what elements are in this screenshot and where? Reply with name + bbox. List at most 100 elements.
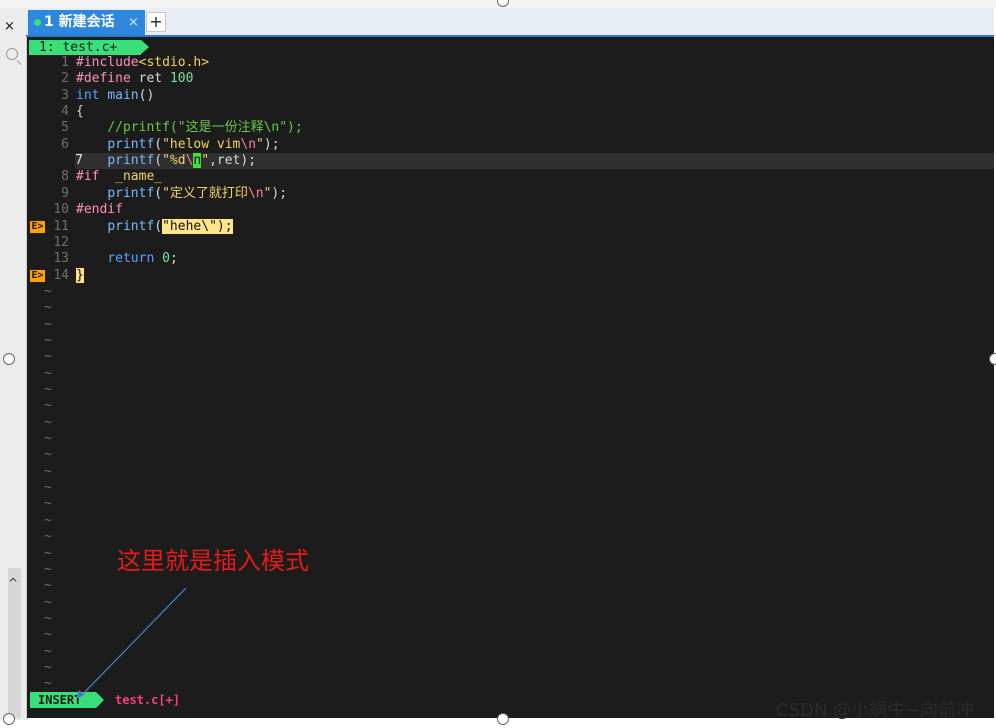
code-text[interactable]: printf("hehe\"); <box>76 218 233 235</box>
tilde-marker: ~ <box>44 545 52 561</box>
tab-label: 1 新建会话 <box>44 14 115 30</box>
tilde-marker: ~ <box>44 382 52 397</box>
code-line[interactable]: 6 printf("helow vim\n"); <box>27 137 994 153</box>
tilde-marker: ~ <box>44 414 52 430</box>
tilde-marker: ~ <box>44 561 52 577</box>
watermark: CSDN @小蜗牛~向前冲 <box>776 700 975 721</box>
line-number: 14 <box>53 267 69 283</box>
resize-handle[interactable] <box>3 713 15 725</box>
code-text[interactable]: return 0; <box>76 251 177 267</box>
tilde-marker: ~ <box>44 578 52 594</box>
tilde-marker: ~ <box>44 627 52 643</box>
code-line[interactable]: 8 #if _name_ <box>27 169 994 185</box>
line-number: 9 <box>61 185 69 201</box>
tab-bar: 1 新建会话 × + <box>26 8 994 37</box>
scrollbar[interactable] <box>8 568 21 718</box>
empty-line: ~ <box>27 431 994 447</box>
buffer-tab[interactable]: 1: test.c+ <box>29 40 149 55</box>
line-number: 11 <box>53 218 69 234</box>
line-number: 10 <box>53 202 69 218</box>
tilde-marker: ~ <box>44 659 52 675</box>
code-text[interactable]: printf("helow vim\n"); <box>76 137 279 153</box>
code-text[interactable]: #define ret 100 <box>76 71 193 87</box>
code-text[interactable]: printf("%d\n",ret); <box>76 153 256 169</box>
code-text[interactable]: { <box>76 104 84 120</box>
code-line[interactable]: E> 11 printf("hehe\"); <box>27 218 994 235</box>
empty-line: ~ <box>27 382 994 398</box>
search-icon[interactable] <box>6 48 18 60</box>
tilde-marker: ~ <box>44 496 52 512</box>
empty-line: ~ <box>27 578 994 594</box>
line-number: 12 <box>53 234 69 250</box>
tilde-marker: ~ <box>44 447 52 463</box>
empty-line: ~ <box>27 333 994 349</box>
code-text[interactable]: //printf("这是一份注释\n"); <box>76 120 302 136</box>
chevron-up-icon[interactable]: ^ <box>8 576 18 590</box>
tilde-marker: ~ <box>44 431 52 447</box>
tilde-marker: ~ <box>44 463 52 479</box>
tilde-marker: ~ <box>44 594 52 610</box>
code-text[interactable]: #endif <box>76 202 123 218</box>
tilde-marker: ~ <box>44 480 52 496</box>
empty-line: ~ <box>27 644 994 660</box>
code-line[interactable]: 2 #define ret 100 <box>27 71 994 87</box>
line-number: 5 <box>61 120 69 136</box>
empty-line: ~ <box>27 611 994 627</box>
error-sign-icon: E> <box>30 220 45 233</box>
empty-line: ~ <box>27 464 994 480</box>
empty-line: ~ <box>27 676 994 692</box>
add-tab-button[interactable]: + <box>146 12 166 32</box>
code-line[interactable]: 13 return 0; <box>27 251 994 267</box>
code-line[interactable]: 1 #include<stdio.h> <box>27 55 994 71</box>
code-line[interactable]: 3 int main() <box>27 88 994 104</box>
empty-line: ~ <box>27 513 994 529</box>
tilde-marker: ~ <box>44 365 52 381</box>
close-icon[interactable]: × <box>4 20 15 34</box>
empty-line: ~ <box>27 300 994 316</box>
empty-line: ~ <box>27 349 994 365</box>
vim-terminal[interactable]: 1: test.c+ 1 #include<stdio.h> 2 #define re… <box>27 37 994 718</box>
empty-line: ~ <box>27 627 994 643</box>
tab-session-1[interactable]: 1 新建会话 × <box>28 10 145 35</box>
mode-indicator: INSERT <box>30 692 104 708</box>
code-text[interactable]: #if _name_ <box>76 169 162 185</box>
tilde-marker: ~ <box>44 512 52 528</box>
code-line[interactable]: E> 14} <box>27 267 994 284</box>
code-text[interactable]: } <box>76 267 84 284</box>
line-number: 3 <box>61 87 69 103</box>
tilde-marker: ~ <box>44 643 52 659</box>
tilde-marker: ~ <box>44 398 52 414</box>
code-text[interactable]: #include<stdio.h> <box>76 55 209 71</box>
line-number: 4 <box>61 104 69 120</box>
code-text[interactable]: printf("定义了就打印\n"); <box>76 186 287 202</box>
tilde-marker: ~ <box>44 316 52 332</box>
empty-line: ~ <box>27 398 994 414</box>
left-panel: × ^ <box>0 8 27 720</box>
code-text[interactable]: int main() <box>76 88 154 104</box>
tilde-marker: ~ <box>44 332 52 348</box>
empty-line: ~ <box>27 317 994 333</box>
error-sign-icon: E> <box>30 269 45 282</box>
code-line[interactable]: 4{ <box>27 104 994 120</box>
code-line[interactable]: 9 printf("定义了就打印\n"); <box>27 186 994 202</box>
tilde-marker: ~ <box>44 283 52 299</box>
empty-line: ~ <box>27 595 994 611</box>
code-line[interactable]: 7 printf("%d\n",ret); <box>75 153 994 170</box>
code-line[interactable]: 10 #endif <box>27 202 994 218</box>
code-line[interactable]: 12 <box>27 235 994 251</box>
resize-handle[interactable] <box>3 353 15 365</box>
line-number: 13 <box>53 251 69 267</box>
resize-handle[interactable] <box>989 353 996 365</box>
code-line[interactable]: 5 //printf("这是一份注释\n"); <box>27 120 994 136</box>
tilde-marker: ~ <box>44 529 52 545</box>
tab-close-icon[interactable]: × <box>128 10 139 35</box>
line-number: 8 <box>61 169 69 185</box>
empty-line: ~ <box>27 660 994 676</box>
empty-line: ~ <box>27 366 994 382</box>
empty-line: ~ <box>27 415 994 431</box>
resize-handle[interactable] <box>497 713 509 725</box>
tilde-marker: ~ <box>44 676 52 692</box>
status-filename: test.c[+] <box>115 693 181 707</box>
tilde-marker: ~ <box>44 349 52 365</box>
empty-line: ~ <box>27 480 994 496</box>
